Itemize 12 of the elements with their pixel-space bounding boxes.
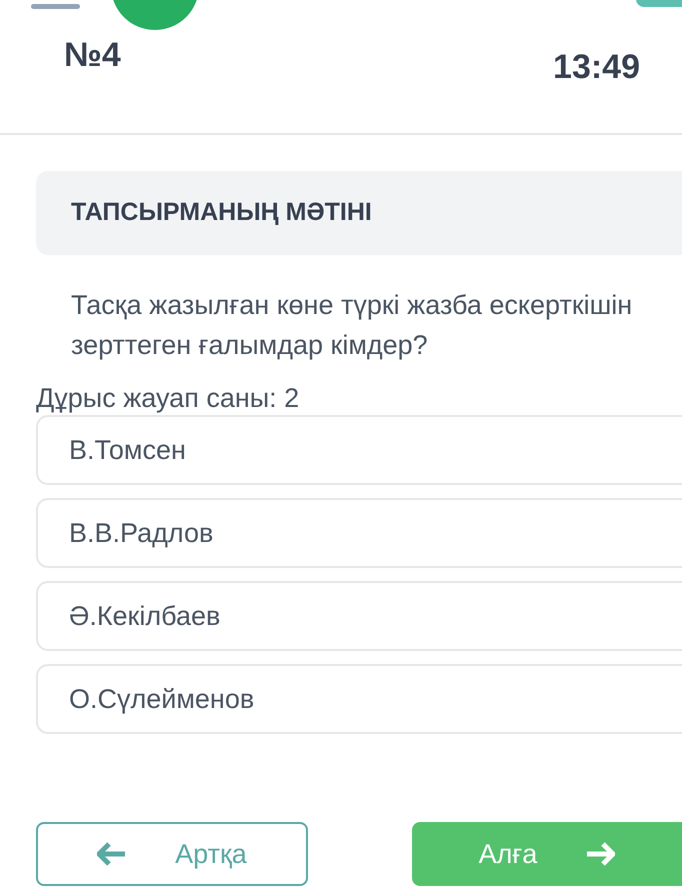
arrow-left-icon (97, 842, 128, 866)
question-text: Тасқа жазылған көне түркі жазба ескерткішін зерттеген ғалымдар кімдер? (70, 289, 634, 362)
menu-icon[interactable] (31, 4, 80, 9)
answer-option[interactable]: Ә.Кекілбаев (36, 581, 682, 651)
question-number: №4 (64, 38, 121, 72)
answer-count: Дұрыс жауап саны: 2 (36, 382, 300, 415)
timer: 13:49 (553, 50, 640, 84)
answer-option[interactable]: О.Сүлейменов (36, 664, 682, 734)
task-heading: ТАПСЫРМАНЫҢ МӘТІНІ (71, 197, 372, 228)
answer-option[interactable]: В.Томсен (36, 415, 682, 485)
answer-option[interactable]: В.В.Радлов (36, 498, 682, 568)
arrow-right-icon (585, 842, 616, 866)
